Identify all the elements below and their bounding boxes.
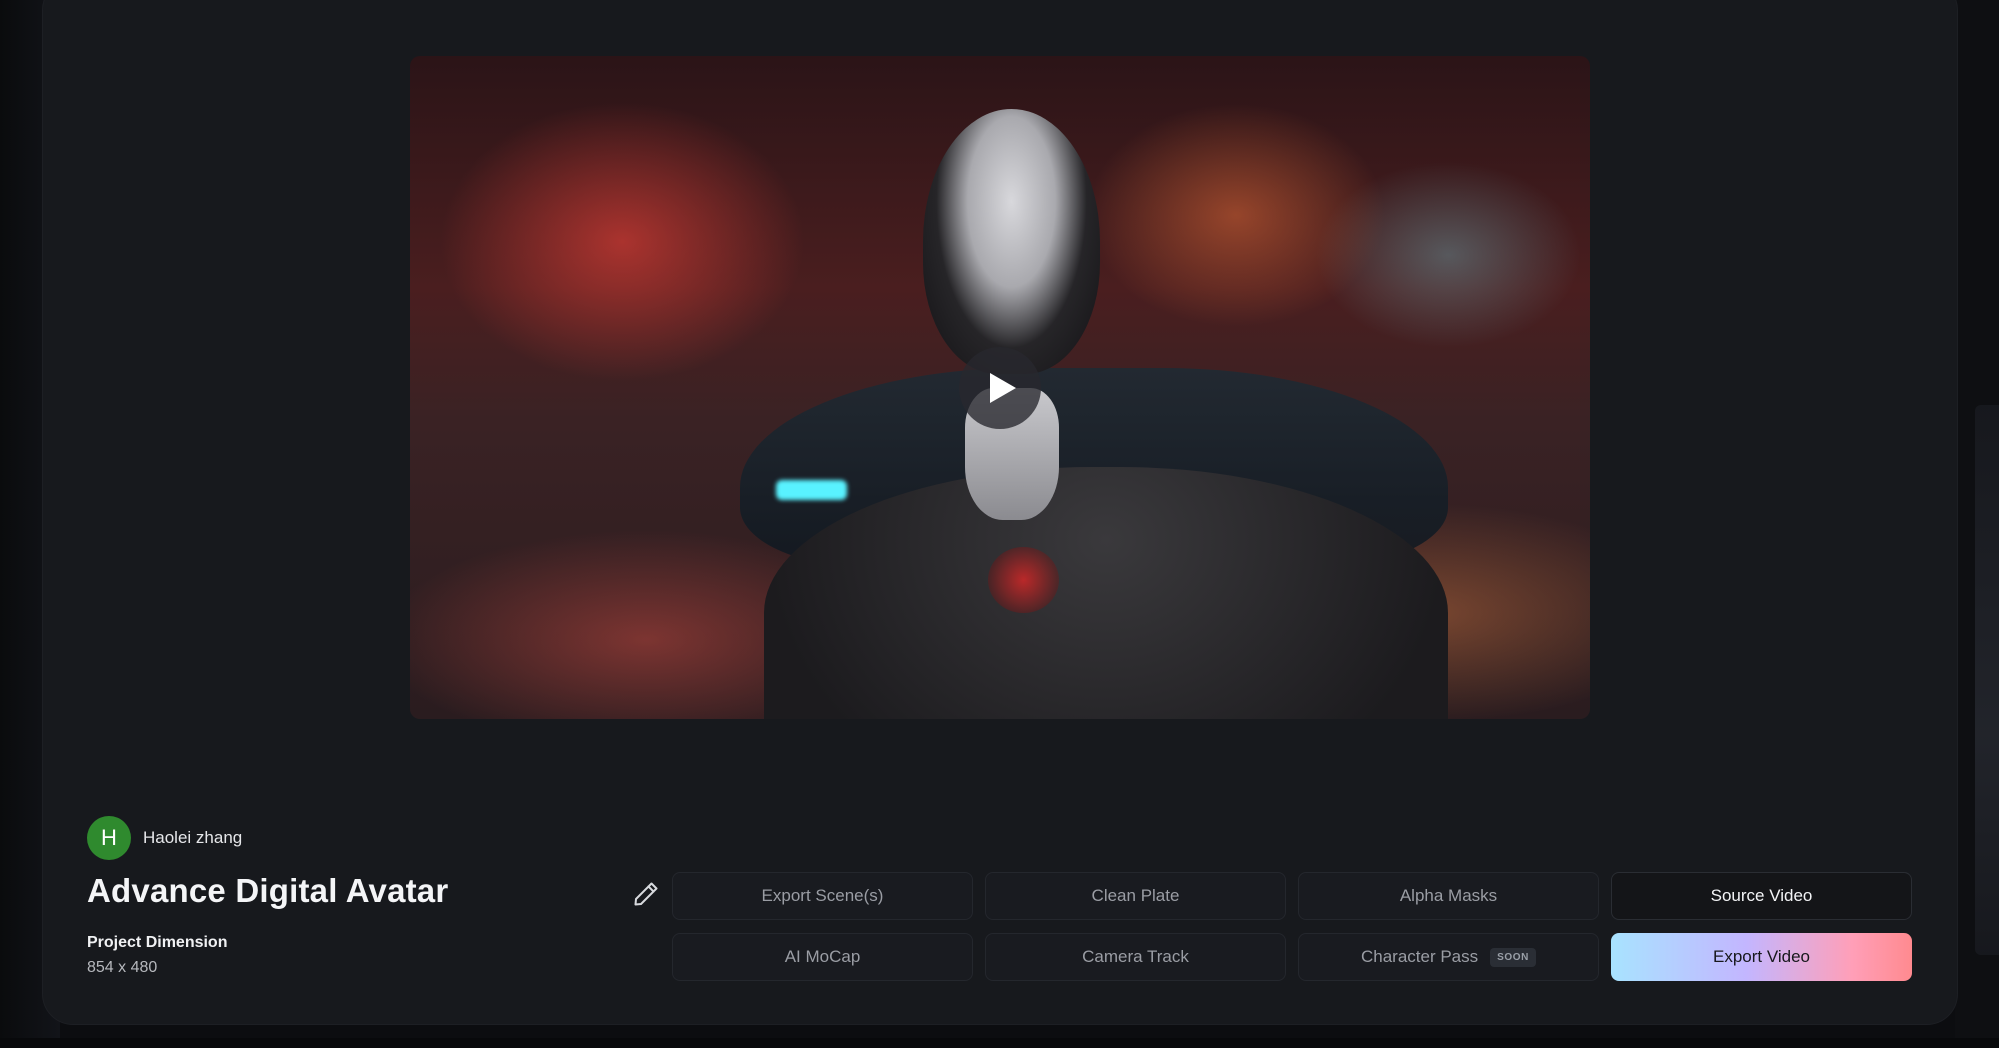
user-name: Haolei zhang xyxy=(143,828,243,847)
background-right-edge xyxy=(1955,0,1999,1048)
video-frame-headlight xyxy=(775,480,847,501)
clean-plate-button[interactable]: Clean Plate xyxy=(985,872,1286,920)
video-preview[interactable] xyxy=(410,56,1590,719)
project-dimension-value: 854 x 480 xyxy=(87,959,158,976)
character-pass-button[interactable]: Character Pass SOON xyxy=(1298,933,1599,981)
action-buttons: Export Scene(s) Clean Plate Alpha Masks … xyxy=(672,872,1912,981)
source-video-button[interactable]: Source Video xyxy=(1611,872,1912,920)
camera-track-button[interactable]: Camera Track xyxy=(985,933,1286,981)
play-button[interactable] xyxy=(959,346,1041,429)
video-frame-chest-glyph xyxy=(988,546,1059,613)
project-owner: H Haolei zhang xyxy=(87,816,242,860)
edit-title-button[interactable] xyxy=(628,876,664,912)
export-video-button[interactable]: Export Video xyxy=(1611,933,1912,981)
project-title: Advance Digital Avatar xyxy=(87,872,449,909)
play-icon xyxy=(990,372,1016,403)
project-panel xyxy=(43,0,1957,1024)
video-frame-figure-head xyxy=(923,109,1101,375)
export-scenes-button[interactable]: Export Scene(s) xyxy=(672,872,973,920)
project-dimension-label: Project Dimension xyxy=(87,934,228,951)
soon-badge: SOON xyxy=(1490,947,1537,967)
alpha-masks-button[interactable]: Alpha Masks xyxy=(1298,872,1599,920)
background-bottom-edge xyxy=(0,1038,1999,1048)
avatar[interactable]: H xyxy=(87,816,131,860)
adjacent-card-peek xyxy=(1975,405,1999,955)
pencil-icon xyxy=(634,882,658,906)
ai-mocap-button[interactable]: AI MoCap xyxy=(672,933,973,981)
character-pass-label: Character Pass xyxy=(1360,947,1479,966)
